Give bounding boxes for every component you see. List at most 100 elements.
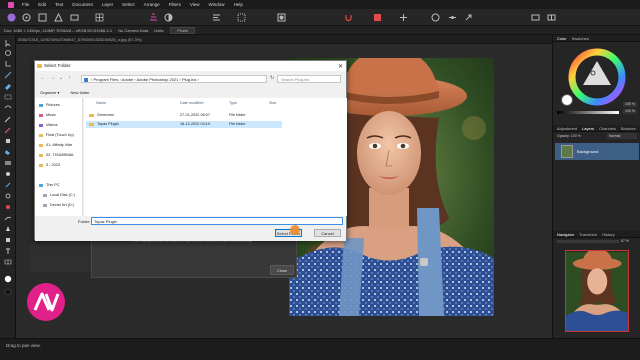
primary-color-swatch[interactable]: [3, 275, 13, 283]
marquee-tool-icon[interactable]: [3, 93, 13, 101]
clone-tool-icon[interactable]: [3, 181, 13, 189]
close-button[interactable]: Close: [270, 265, 294, 275]
quick-mask-icon[interactable]: [372, 12, 383, 23]
layer-row-background[interactable]: Background: [555, 143, 639, 160]
auto-levels-icon[interactable]: [148, 12, 159, 23]
menu-text[interactable]: Text: [55, 2, 63, 7]
crop-tool-icon[interactable]: [3, 60, 13, 68]
folder-input[interactable]: Topaz Plugin: [91, 217, 343, 225]
organize-button[interactable]: Organize ▾: [40, 90, 59, 95]
snapping-icon[interactable]: [343, 12, 354, 23]
close-icon[interactable]: ✕: [338, 62, 343, 72]
blend-mode-select[interactable]: Normal: [607, 133, 637, 139]
menu-filters[interactable]: Filters: [169, 2, 181, 7]
new-folder-button[interactable]: New folder: [70, 90, 89, 95]
tab-swatches[interactable]: Swatches: [572, 36, 589, 41]
secondary-color-swatch[interactable]: [3, 288, 13, 296]
back-arrow-icon[interactable]: ←: [40, 75, 45, 81]
text-tool-icon[interactable]: [3, 247, 13, 255]
nav-item-pictures[interactable]: Pictures: [39, 102, 60, 108]
file-row-topaz-plugin[interactable]: Topaz Plugin 16-12-2022 04:19 File folde…: [86, 121, 282, 128]
layer-opacity[interactable]: Opacity: 100 %: [557, 134, 581, 138]
column-name[interactable]: Name: [96, 101, 106, 105]
zoom-slider[interactable]: [557, 240, 619, 243]
nav-item-thumbnail[interactable]: 02- THUMBNAIL: [39, 152, 74, 158]
gradient-tool-icon[interactable]: [3, 159, 13, 167]
mask-icon[interactable]: [276, 12, 287, 23]
tab-navigator[interactable]: Navigator: [557, 232, 574, 237]
shape-tool-icon[interactable]: [3, 236, 13, 244]
split-view-icon[interactable]: [546, 12, 557, 23]
forward-arrow-icon[interactable]: →: [50, 75, 55, 81]
paint-brush-tool-icon[interactable]: [3, 126, 13, 134]
export-persona-icon[interactable]: [69, 12, 80, 23]
cancel-button[interactable]: Cancel: [314, 229, 341, 237]
column-size[interactable]: Size: [269, 101, 276, 105]
nav-item-2023[interactable]: 3 - 2023: [39, 162, 60, 168]
selection-brush-tool-icon[interactable]: [3, 71, 13, 79]
up-arrow-icon[interactable]: ↑: [68, 75, 71, 81]
file-row-generator[interactable]: Generator 27-01-2022 06:07 File folder: [86, 112, 282, 119]
view-mode-icon[interactable]: [530, 12, 541, 23]
refine-icon[interactable]: [398, 12, 409, 23]
menu-file[interactable]: File: [22, 2, 29, 7]
tab-transform[interactable]: Transform: [579, 232, 597, 237]
flood-select-tool-icon[interactable]: [3, 82, 13, 90]
opacity-value[interactable]: 100 %: [623, 102, 637, 107]
photo-persona-icon[interactable]: [6, 12, 17, 23]
column-date-modified[interactable]: Date modified: [180, 101, 203, 105]
assistant-icon[interactable]: [430, 12, 441, 23]
nav-item-music[interactable]: Music: [39, 112, 56, 118]
fill-tool-icon[interactable]: [3, 148, 13, 156]
tab-brushes[interactable]: Brushes: [621, 126, 636, 131]
zoom-value[interactable]: 57 %: [621, 239, 629, 243]
search-input[interactable]: Search Plug-ins: [277, 75, 341, 83]
menu-arrange[interactable]: Arrange: [144, 2, 160, 7]
blemish-removal-tool-icon[interactable]: [3, 192, 13, 200]
column-type[interactable]: Type: [229, 101, 237, 105]
tab-history[interactable]: History: [602, 232, 614, 237]
nav-item-this-pc[interactable]: This PC: [39, 182, 60, 188]
tab-color[interactable]: Color: [557, 36, 567, 41]
selection-icon[interactable]: [236, 12, 247, 23]
menu-help[interactable]: Help: [234, 2, 243, 7]
recent-chevron-icon[interactable]: ⌄: [59, 75, 63, 81]
color-picker-tool-icon[interactable]: [3, 115, 13, 123]
pen-tool-icon[interactable]: [3, 225, 13, 233]
document-tab[interactable]: 305672315_1196749547068047_8790000152323…: [16, 36, 552, 44]
menu-edit[interactable]: Edit: [38, 2, 46, 7]
dodge-tool-icon[interactable]: [3, 170, 13, 178]
mesh-warp-tool-icon[interactable]: [3, 258, 13, 266]
navigator-preview[interactable]: [565, 250, 629, 332]
menu-select[interactable]: Select: [122, 2, 135, 7]
menu-view[interactable]: View: [190, 2, 200, 7]
address-bar[interactable]: ‹ Program Files › Adobe › Adobe Photosho…: [81, 75, 267, 83]
menu-window[interactable]: Window: [209, 2, 225, 7]
align-icon[interactable]: [211, 12, 222, 23]
opacity-value-2[interactable]: 100 %: [623, 109, 637, 114]
move-tool-icon[interactable]: [3, 39, 13, 47]
nav-item-decrei-art[interactable]: Decrei Art (D:): [43, 202, 74, 208]
fill-color-swatch[interactable]: [561, 94, 573, 106]
color-wheel[interactable]: [567, 47, 627, 107]
liquify-persona-icon[interactable]: [21, 12, 32, 23]
view-tool-icon[interactable]: [3, 49, 13, 57]
red-eye-tool-icon[interactable]: [3, 203, 13, 211]
nav-item-affinity[interactable]: 01- Affinity Vide: [39, 142, 72, 148]
nav-item-videos[interactable]: Videos: [39, 122, 58, 128]
tab-adjustment[interactable]: Adjustment: [557, 126, 577, 131]
units-select[interactable]: Pixels: [170, 26, 196, 34]
nav-item-final[interactable]: Final (Touch Up): [39, 132, 74, 138]
nav-item-local-disk[interactable]: Local Disk (C:): [43, 192, 75, 198]
develop-persona-icon[interactable]: [37, 12, 48, 23]
affinity-photo-logo[interactable]: [8, 1, 14, 8]
menu-document[interactable]: Document: [72, 2, 93, 7]
tone-mapping-persona-icon[interactable]: [53, 12, 64, 23]
preferences-icon[interactable]: [447, 12, 458, 23]
freehand-selection-tool-icon[interactable]: [3, 104, 13, 112]
erase-brush-tool-icon[interactable]: [3, 137, 13, 145]
smudge-tool-icon[interactable]: [3, 214, 13, 222]
tab-layers[interactable]: Layers: [582, 126, 594, 131]
menu-layer[interactable]: Layer: [102, 2, 113, 7]
auto-contrast-icon[interactable]: [163, 12, 174, 23]
